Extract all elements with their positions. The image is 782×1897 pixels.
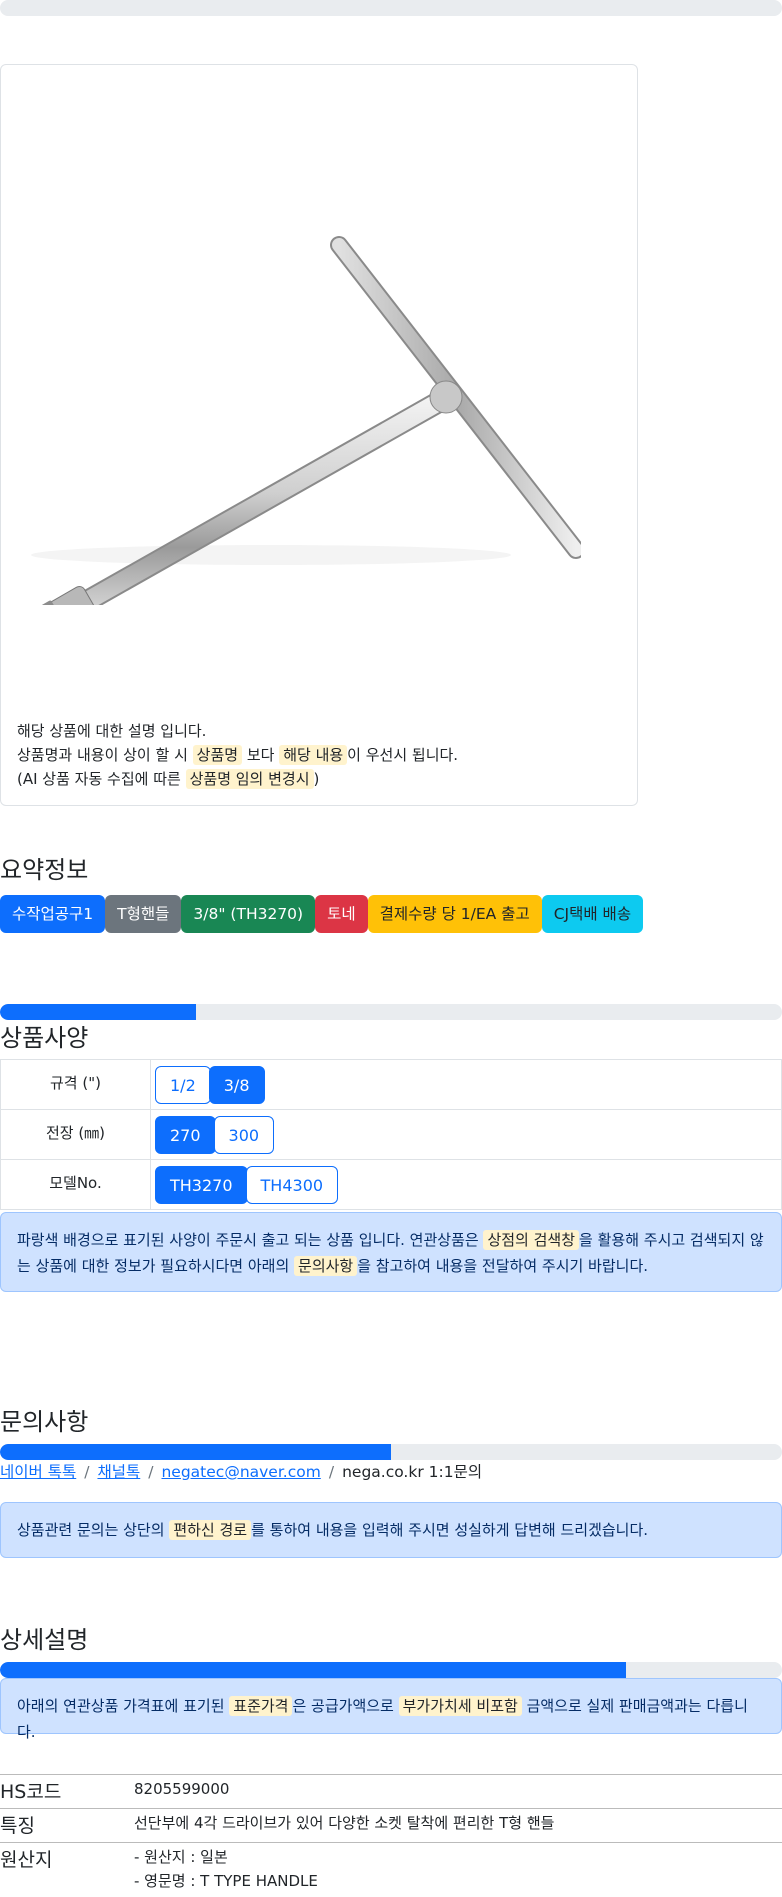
t-handle-image bbox=[21, 165, 581, 605]
spec-key: 규격 (") bbox=[1, 1060, 151, 1110]
summary-title: 요약정보 bbox=[0, 850, 88, 885]
badge-type: T형핸들 bbox=[105, 895, 181, 933]
highlight-vat: 부가가치세 비포함 bbox=[399, 1696, 522, 1716]
info-value: 선단부에 4각 드라이브가 있어 다양한 소켓 탈착에 편리한 T형 핸들 bbox=[134, 1809, 782, 1843]
option-button[interactable]: TH4300 bbox=[246, 1166, 339, 1204]
highlight-search: 상점의 검색창 bbox=[483, 1230, 579, 1250]
inquiry-notice: 상품관련 문의는 상단의 편하신 경로를 통하여 내용을 입력해 주시면 성실하… bbox=[0, 1502, 782, 1558]
badge-spec: 3/8" (TH3270) bbox=[181, 895, 315, 933]
detail-notice: 아래의 연관상품 가격표에 표기된 표준가격은 공급가액으로 부가가치세 비포함… bbox=[0, 1678, 782, 1734]
spec-row: 규격 (") 1/23/8 bbox=[1, 1060, 782, 1110]
email-link[interactable]: negatec@naver.com bbox=[161, 1463, 320, 1481]
notice-text: 아래의 연관상품 가격표에 표기된 bbox=[17, 1697, 229, 1715]
separator: / bbox=[84, 1463, 89, 1481]
desc-text: ) bbox=[314, 770, 320, 788]
info-key: 특징 bbox=[0, 1809, 134, 1843]
spec-row: 전장 (㎜) 270300 bbox=[1, 1110, 782, 1160]
channel-talk-link[interactable]: 채널톡 bbox=[97, 1463, 140, 1481]
desc-text: (AI 상품 자동 수집에 따른 bbox=[17, 770, 186, 788]
spec-options: 270300 bbox=[151, 1110, 782, 1160]
separator: / bbox=[329, 1463, 334, 1481]
highlight-inquiry: 문의사항 bbox=[294, 1256, 357, 1276]
product-image-card: 해당 상품에 대한 설명 입니다. 상품명과 내용이 상이 할 시 상품명 보다… bbox=[0, 64, 638, 806]
detail-title: 상세설명 bbox=[0, 1620, 88, 1655]
highlight-content: 해당 내용 bbox=[279, 745, 347, 765]
separator: / bbox=[148, 1463, 153, 1481]
spec-options: 1/23/8 bbox=[151, 1060, 782, 1110]
info-row: HS코드 8205599000 bbox=[0, 1775, 782, 1809]
notice-text: 을 참고하여 내용을 전달하여 주시기 바랍니다. bbox=[357, 1257, 648, 1275]
option-button[interactable]: 300 bbox=[214, 1116, 275, 1154]
spec-row: 모델No. TH3270TH4300 bbox=[1, 1160, 782, 1210]
notice-text: 상품관련 문의는 상단의 bbox=[17, 1521, 169, 1539]
info-key: 원산지 bbox=[0, 1843, 134, 1897]
info-value: 8205599000 bbox=[134, 1775, 782, 1809]
desc-line-3: (AI 상품 자동 수집에 따른 상품명 임의 변경시) bbox=[17, 767, 458, 791]
badge-delivery: CJ택배 배송 bbox=[542, 895, 643, 933]
highlight-product-name: 상품명 bbox=[193, 745, 242, 765]
notice-text: 파랑색 배경으로 표기된 사양이 주문시 출고 되는 상품 입니다. 연관상품은 bbox=[17, 1231, 483, 1249]
spec-key: 모델No. bbox=[1, 1160, 151, 1210]
detail-info-table: HS코드 8205599000 특징 선단부에 4각 드라이브가 있어 다양한 … bbox=[0, 1774, 782, 1897]
spec-progress-bar bbox=[0, 1004, 782, 1020]
inquiry-title: 문의사항 bbox=[0, 1402, 88, 1437]
spec-notice: 파랑색 배경으로 표기된 사양이 주문시 출고 되는 상품 입니다. 연관상품은… bbox=[0, 1212, 782, 1292]
badge-category: 수작업공구1 bbox=[0, 895, 105, 933]
highlight-route: 편하신 경로 bbox=[169, 1520, 251, 1540]
info-row: 특징 선단부에 4각 드라이브가 있어 다양한 소켓 탈착에 편리한 T형 핸들 bbox=[0, 1809, 782, 1843]
option-button[interactable]: 1/2 bbox=[155, 1066, 211, 1104]
desc-text: 상품명과 내용이 상이 할 시 bbox=[17, 746, 193, 764]
desc-text: 보다 bbox=[242, 746, 279, 764]
highlight-name-change: 상품명 임의 변경시 bbox=[186, 769, 314, 789]
badge-shipping-qty: 결제수량 당 1/EA 출고 bbox=[368, 895, 542, 933]
naver-talk-link[interactable]: 네이버 톡톡 bbox=[0, 1463, 76, 1481]
option-button[interactable]: 270 bbox=[155, 1116, 216, 1154]
spec-title: 상품사양 bbox=[0, 1018, 88, 1053]
top-progress-bar bbox=[0, 0, 782, 16]
inquiry-channels: 네이버 톡톡 / 채널톡 / negatec@naver.com / nega.co.kr … bbox=[0, 1460, 482, 1482]
info-key: HS코드 bbox=[0, 1775, 134, 1809]
option-button[interactable]: TH3270 bbox=[155, 1166, 248, 1204]
spec-key: 전장 (㎜) bbox=[1, 1110, 151, 1160]
spec-options: TH3270TH4300 bbox=[151, 1160, 782, 1210]
inquiry-progress-fill bbox=[0, 1444, 391, 1460]
info-value: - 원산지 : 일본 - 영문명 : T TYPE HANDLE bbox=[134, 1843, 782, 1897]
summary-badges: 수작업공구1 T형핸들 3/8" (TH3270) 토네 결제수량 당 1/EA… bbox=[0, 895, 643, 933]
english-name-line: - 영문명 : T TYPE HANDLE bbox=[134, 1869, 782, 1893]
notice-text: 를 통하여 내용을 입력해 주시면 성실하게 답변해 드리겠습니다. bbox=[251, 1521, 648, 1539]
detail-progress-bar bbox=[0, 1662, 782, 1678]
notice-text: 은 공급가액으로 bbox=[292, 1697, 398, 1715]
highlight-standard-price: 표준가격 bbox=[229, 1696, 292, 1716]
option-button[interactable]: 3/8 bbox=[209, 1066, 265, 1104]
desc-line-1: 해당 상품에 대한 설명 입니다. bbox=[17, 719, 458, 743]
desc-line-2: 상품명과 내용이 상이 할 시 상품명 보다 해당 내용이 우선시 됩니다. bbox=[17, 743, 458, 767]
desc-text: 이 우선시 됩니다. bbox=[347, 746, 458, 764]
spec-table: 규격 (") 1/23/8 전장 (㎜) 270300 모델No. TH3270… bbox=[0, 1059, 782, 1210]
info-row: 원산지 - 원산지 : 일본 - 영문명 : T TYPE HANDLE bbox=[0, 1843, 782, 1897]
origin-line: - 원산지 : 일본 bbox=[134, 1845, 782, 1869]
product-description: 해당 상품에 대한 설명 입니다. 상품명과 내용이 상이 할 시 상품명 보다… bbox=[17, 719, 458, 791]
badge-brand: 토네 bbox=[315, 895, 368, 933]
detail-progress-fill bbox=[0, 1662, 626, 1678]
inquiry-progress-bar bbox=[0, 1444, 782, 1460]
website-inquiry-text: nega.co.kr 1:1문의 bbox=[342, 1463, 482, 1481]
